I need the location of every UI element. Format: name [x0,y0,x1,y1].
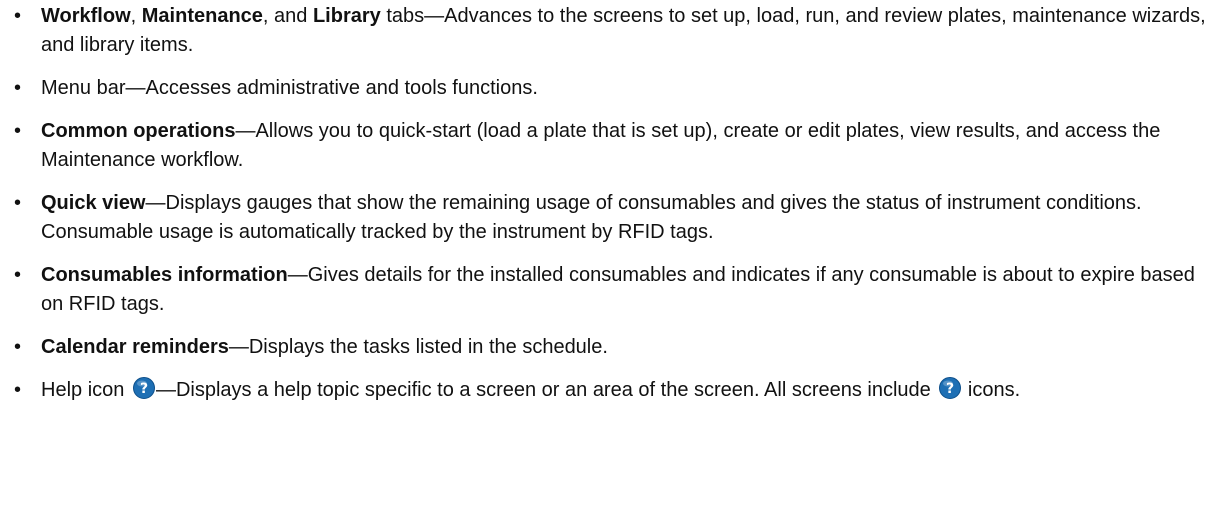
list-item-common-operations: Common operations—Allows you to quick-st… [14,117,1214,175]
item-description: —Displays a help topic specific to a scr… [155,379,937,401]
help-icon: ? [939,377,962,399]
list-item-consumables-information: Consumables information—Gives details fo… [14,261,1214,319]
list-item-menu-bar: Menu bar—Accesses administrative and too… [14,74,1214,103]
help-icon: ? [132,377,155,399]
list-item-help-icon: Help icon ? —Displays a help topic specif… [14,376,1214,405]
term-quick-view: Quick view [41,192,146,214]
separator: , and [262,5,313,27]
term-common-operations: Common operations [41,120,236,142]
svg-text:?: ? [946,381,954,397]
item-description: Menu bar—Accesses administrative and too… [41,77,538,99]
term-library: Library [312,5,381,27]
svg-text:?: ? [140,381,148,397]
term-workflow: Workflow [41,5,131,27]
list-item-quick-view: Quick view—Displays gauges that show the… [14,189,1214,247]
list-item-calendar-reminders: Calendar reminders—Displays the tasks li… [14,333,1214,362]
bullet-list: Workflow, Maintenance, and Library tabs—… [14,2,1214,419]
list-item-tabs: Workflow, Maintenance, and Library tabs—… [14,2,1214,60]
item-description: —Displays the tasks listed in the schedu… [228,336,608,358]
item-label: Help icon [41,379,130,401]
item-description-end: icons. [962,379,1021,401]
term-maintenance: Maintenance [141,5,263,27]
separator: , [130,5,142,27]
item-description: —Displays gauges that show the remaining… [41,192,1142,243]
document-page: Workflow, Maintenance, and Library tabs—… [0,0,1225,506]
term-calendar-reminders: Calendar reminders [41,336,229,358]
term-consumables-information: Consumables information [41,264,288,286]
